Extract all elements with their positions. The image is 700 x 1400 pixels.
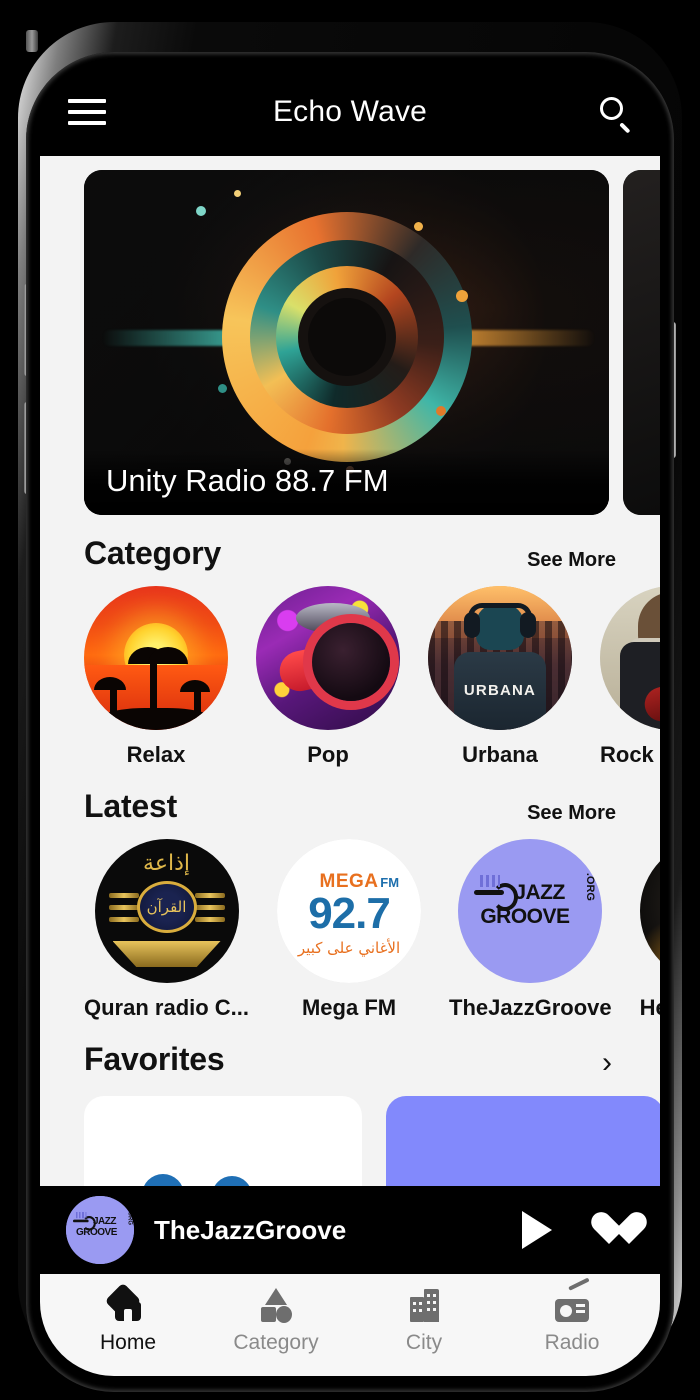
- latest-see-more[interactable]: See More: [527, 802, 616, 825]
- latest-label: Mega FM: [301, 995, 397, 1020]
- category-avatar-rock: [600, 586, 660, 730]
- banner-card-next[interactable]: [623, 170, 660, 515]
- jazz-logo-line2: GROOVE: [76, 1227, 117, 1238]
- category-avatar-relax: [84, 586, 228, 730]
- search-icon[interactable]: [598, 95, 632, 133]
- latest-item-heartbeat[interactable]: Heartbe: [639, 839, 660, 1021]
- favorites-title: Favorites: [84, 1041, 225, 1077]
- latest-avatar-megafm: MEGA FM 92.7 الأغاني على كبير: [277, 839, 422, 983]
- jazz-logo-line1: JAZZ: [93, 1216, 117, 1227]
- latest-avatar-heartbeat: [639, 839, 660, 983]
- latest-section-header: Latest See More: [40, 768, 660, 825]
- right-side-switch[interactable]: [26, 30, 38, 52]
- favorite-card[interactable]: [84, 1096, 362, 1186]
- megafm-logo-arabic: الأغاني على كبير: [297, 939, 401, 957]
- favorites-section-header: Favorites ›: [40, 1021, 660, 1078]
- screenshot-stage: Echo Wave Unity Radio 88.7 FM Category S…: [0, 0, 700, 1400]
- banner-card[interactable]: Unity Radio 88.7 FM: [84, 170, 609, 515]
- shapes-icon: [256, 1287, 296, 1323]
- player-station-name: TheJazzGroove: [154, 1214, 347, 1245]
- urbana-jacket-text: URBANA: [463, 682, 537, 699]
- app-screen: Echo Wave Unity Radio 88.7 FM Category S…: [40, 68, 660, 1376]
- latest-avatar-jazzgroove: JAZZ GROOVE .ORG: [458, 839, 603, 983]
- category-label: Relax: [126, 742, 186, 767]
- quran-arabic-emblem: القرآن: [146, 898, 187, 916]
- jazz-logo-line1: JAZZ: [514, 881, 565, 904]
- nav-label: Category: [233, 1331, 319, 1354]
- latest-rail[interactable]: إذاعة القرآن Quran radio C... MEGA FM 92…: [40, 825, 660, 1021]
- nav-label: Radio: [544, 1331, 600, 1354]
- category-title: Category: [84, 535, 222, 571]
- latest-label: Heartbe: [639, 995, 660, 1020]
- hamburger-menu-icon[interactable]: [68, 99, 106, 125]
- latest-item-quran[interactable]: إذاعة القرآن Quran radio C...: [84, 839, 249, 1021]
- latest-avatar-quran: إذاعة القرآن: [94, 839, 239, 983]
- quran-arabic-top: إذاعة: [143, 851, 190, 876]
- jazz-logo-org: .ORG: [584, 872, 597, 901]
- nav-item-category[interactable]: Category: [202, 1287, 350, 1355]
- category-label: Urbana: [462, 742, 538, 767]
- banner-carousel[interactable]: Unity Radio 88.7 FM: [40, 156, 660, 515]
- favorites-rail[interactable]: [40, 1078, 660, 1186]
- radio-icon: [552, 1277, 592, 1323]
- app-bar: Echo Wave: [40, 68, 660, 156]
- nav-item-radio[interactable]: Radio: [498, 1277, 646, 1355]
- phone-bezel: Echo Wave Unity Radio 88.7 FM Category S…: [26, 52, 674, 1392]
- megafm-logo-number: 92.7: [308, 889, 391, 938]
- category-item-pop[interactable]: Pop: [256, 586, 400, 768]
- category-item-urbana[interactable]: URBANA Urbana: [428, 586, 572, 768]
- latest-label: TheJazzGroove: [449, 995, 612, 1020]
- category-avatar-urbana: URBANA: [428, 586, 572, 730]
- latest-item-jazzgroove[interactable]: JAZZ GROOVE .ORG TheJazzGroove: [449, 839, 612, 1021]
- nav-label: City: [405, 1331, 443, 1354]
- nav-label: Home: [99, 1331, 157, 1354]
- banner-artwork-next: [623, 170, 660, 515]
- nav-item-home[interactable]: Home: [54, 1282, 202, 1355]
- bottom-navigation: Home Category City Radio: [40, 1274, 660, 1376]
- category-avatar-pop: [256, 586, 400, 730]
- play-icon[interactable]: [522, 1211, 552, 1249]
- favorite-card[interactable]: [386, 1096, 660, 1186]
- banner-caption: Unity Radio 88.7 FM: [84, 449, 609, 515]
- scroll-content[interactable]: Unity Radio 88.7 FM Category See More Re…: [40, 156, 660, 1186]
- page-title: Echo Wave: [272, 95, 428, 128]
- category-rail[interactable]: Relax Pop URBANA Urbana Rock: [40, 572, 660, 768]
- category-see-more[interactable]: See More: [527, 549, 616, 572]
- jazz-logo-org: .ORG: [126, 1209, 132, 1225]
- chevron-right-icon[interactable]: ›: [602, 1048, 616, 1078]
- phone-frame: Echo Wave Unity Radio 88.7 FM Category S…: [18, 22, 682, 1392]
- category-section-header: Category See More: [40, 515, 660, 572]
- heart-filled-icon[interactable]: [590, 1213, 628, 1247]
- category-item-rock[interactable]: Rock: [600, 586, 660, 768]
- nav-item-city[interactable]: City: [350, 1287, 498, 1355]
- category-label: Pop: [307, 742, 349, 767]
- mini-player: JAZZ GROOVE .ORG TheJazzGroove: [40, 1186, 660, 1274]
- buildings-icon: [404, 1287, 444, 1323]
- latest-item-megafm[interactable]: MEGA FM 92.7 الأغاني على كبير Mega FM: [277, 839, 422, 1021]
- latest-title: Latest: [84, 788, 178, 824]
- player-avatar[interactable]: JAZZ GROOVE .ORG: [66, 1196, 134, 1264]
- home-icon: [104, 1282, 148, 1323]
- latest-label: Quran radio C...: [84, 995, 250, 1020]
- megafm-logo-fm: FM: [380, 875, 400, 890]
- category-label: Rock: [600, 742, 654, 767]
- jazz-logo-line2: GROOVE: [480, 905, 570, 928]
- category-item-relax[interactable]: Relax: [84, 586, 228, 768]
